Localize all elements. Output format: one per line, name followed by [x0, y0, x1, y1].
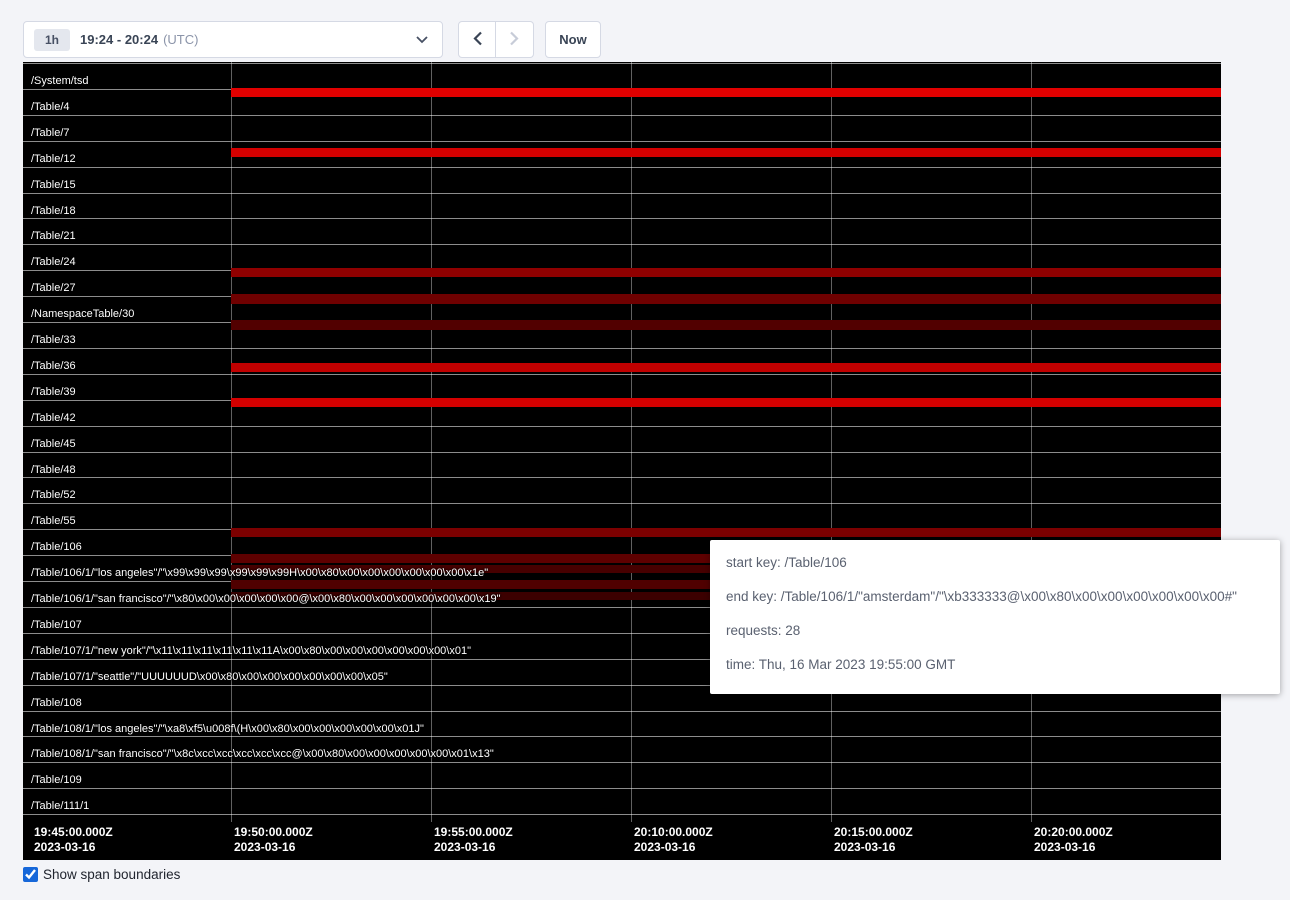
- time-axis-label: 20:15:00.000Z2023-03-16: [834, 825, 913, 855]
- key-span-label: /Table/107: [31, 619, 82, 632]
- hot-range-band[interactable]: [231, 294, 1221, 304]
- key-span-label: /Table/106/1/"los angeles"/"\x99\x99\x99…: [31, 567, 488, 580]
- key-span-label: /Table/12: [31, 153, 76, 166]
- hot-range-band[interactable]: [231, 398, 1221, 407]
- key-span-label: /Table/108/1/"los angeles"/"\xa8\xf5\u00…: [31, 723, 424, 736]
- key-span-label: /Table/48: [31, 464, 76, 477]
- prev-range-button[interactable]: [458, 21, 496, 58]
- span-boundary-line: [23, 452, 1221, 453]
- key-span-label: /Table/106: [31, 541, 82, 554]
- tooltip-start-key: start key: /Table/106: [726, 554, 1264, 572]
- time-range-label: 19:24 - 20:24: [80, 32, 158, 47]
- span-boundary-line: [23, 141, 1221, 142]
- time-range-picker[interactable]: 1h 19:24 - 20:24 (UTC): [23, 21, 443, 58]
- key-span-label: /Table/108/1/"san francisco"/"\x8c\xcc\x…: [31, 748, 494, 761]
- key-span-label: /Table/15: [31, 179, 76, 192]
- key-span-label: /Table/7: [31, 127, 70, 140]
- key-span-label: /Table/42: [31, 412, 76, 425]
- span-boundary-line: [23, 477, 1221, 478]
- hot-range-band[interactable]: [231, 268, 1221, 277]
- key-span-label: /Table/108: [31, 697, 82, 710]
- hot-range-band[interactable]: [231, 528, 1221, 537]
- key-span-label: /Table/111/1: [31, 800, 89, 813]
- show-span-boundaries-control[interactable]: Show span boundaries: [23, 867, 180, 882]
- span-boundary-line: [23, 244, 1221, 245]
- key-span-label: /Table/107/1/"new york"/"\x11\x11\x11\x1…: [31, 645, 471, 658]
- chevron-left-icon: [473, 31, 482, 49]
- key-span-label: /Table/33: [31, 334, 76, 347]
- key-span-label: /Table/109: [31, 774, 82, 787]
- key-span-label: /Table/4: [31, 101, 70, 114]
- span-boundary-line: [23, 348, 1221, 349]
- tooltip-time: time: Thu, 16 Mar 2023 19:55:00 GMT: [726, 656, 1264, 674]
- key-span-label: /NamespaceTable/30: [31, 308, 134, 321]
- hot-range-band[interactable]: [231, 88, 1221, 97]
- key-span-label: /Table/107/1/"seattle"/"UUUUUUD\x00\x80\…: [31, 671, 388, 684]
- chevron-right-icon: [510, 31, 519, 49]
- time-gridline: [231, 62, 232, 822]
- hot-range-band[interactable]: [231, 320, 1221, 330]
- key-span-label: /Table/106/1/"san francisco"/"\x80\x00\x…: [31, 593, 501, 606]
- span-boundary-line: [23, 115, 1221, 116]
- key-span-label: /Table/18: [31, 205, 76, 218]
- key-span-label: /Table/27: [31, 282, 76, 295]
- time-range-preset-badge: 1h: [34, 29, 70, 51]
- time-gridline: [631, 62, 632, 822]
- span-boundary-line: [23, 736, 1221, 737]
- span-boundary-line: [23, 167, 1221, 168]
- span-boundary-line: [23, 426, 1221, 427]
- key-span-label: /Table/52: [31, 489, 76, 502]
- key-visualizer-canvas[interactable]: /System/tsd/Table/4/Table/7/Table/12/Tab…: [23, 62, 1221, 860]
- span-boundary-line: [23, 63, 1221, 64]
- tooltip-requests: requests: 28: [726, 622, 1264, 640]
- span-boundary-line: [23, 503, 1221, 504]
- hot-range-band[interactable]: [231, 148, 1221, 157]
- key-span-label: /Table/45: [31, 438, 76, 451]
- time-axis-label: 20:10:00.000Z2023-03-16: [634, 825, 713, 855]
- key-span-label: /System/tsd: [31, 75, 88, 88]
- bucket-tooltip: start key: /Table/106 end key: /Table/10…: [710, 540, 1280, 694]
- span-boundary-line: [23, 711, 1221, 712]
- span-boundary-line: [23, 788, 1221, 789]
- time-range-timezone: (UTC): [163, 32, 198, 47]
- key-span-label: /Table/24: [31, 256, 76, 269]
- show-span-boundaries-checkbox[interactable]: [23, 867, 38, 882]
- span-boundary-line: [23, 374, 1221, 375]
- chevron-down-icon: [416, 36, 428, 44]
- key-span-label: /Table/36: [31, 360, 76, 373]
- time-gridline: [1031, 62, 1032, 822]
- time-range-nav: [458, 21, 534, 58]
- time-gridline: [831, 62, 832, 822]
- time-axis-label: 19:55:00.000Z2023-03-16: [434, 825, 513, 855]
- span-boundary-line: [23, 193, 1221, 194]
- time-axis-label: 20:20:00.000Z2023-03-16: [1034, 825, 1113, 855]
- tooltip-end-key: end key: /Table/106/1/"amsterdam"/"\xb33…: [726, 588, 1264, 606]
- key-span-label: /Table/55: [31, 515, 76, 528]
- span-boundary-line: [23, 218, 1221, 219]
- key-span-label: /Table/21: [31, 230, 76, 243]
- hot-range-band[interactable]: [231, 363, 1221, 372]
- span-boundary-line: [23, 762, 1221, 763]
- show-span-boundaries-label: Show span boundaries: [43, 867, 180, 882]
- span-boundary-line: [23, 814, 1221, 815]
- time-axis-label: 19:45:00.000Z2023-03-16: [34, 825, 113, 855]
- key-span-label: /Table/39: [31, 386, 76, 399]
- next-range-button[interactable]: [496, 21, 534, 58]
- time-axis-label: 19:50:00.000Z2023-03-16: [234, 825, 313, 855]
- time-gridline: [431, 62, 432, 822]
- now-button[interactable]: Now: [545, 21, 601, 58]
